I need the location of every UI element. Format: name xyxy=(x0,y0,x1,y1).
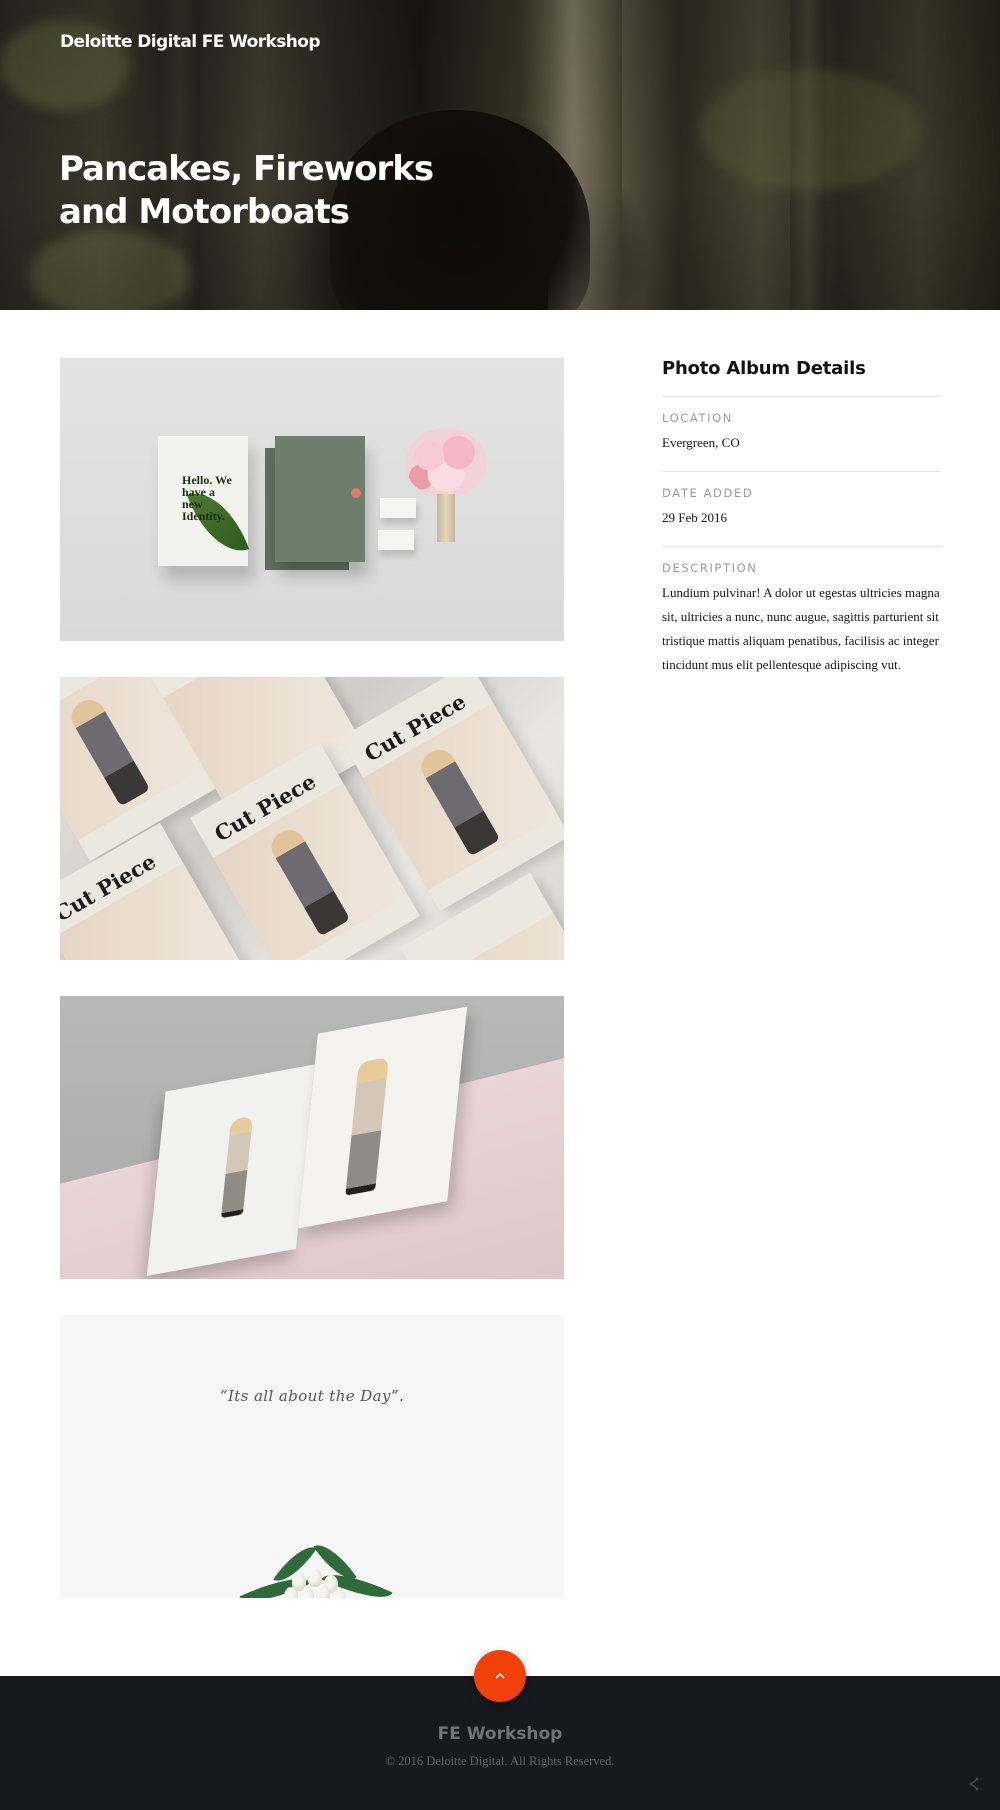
back-to-top-button[interactable] xyxy=(474,1650,526,1702)
chevron-up-icon xyxy=(495,1672,505,1679)
stationery-card: Hello. We have a new Identity. xyxy=(158,436,250,566)
album-photo-4[interactable]: “Its all about the Day”. xyxy=(60,1315,564,1598)
location-field: LOCATION Evergreen, CO xyxy=(662,397,940,471)
album-photo-2[interactable]: Cut Piece Cut Piece Cut Piece xyxy=(60,677,564,960)
flower-bouquet xyxy=(230,1525,400,1598)
date-field: DATE ADDED 29 Feb 2016 xyxy=(662,472,940,546)
page-title: Pancakes, Fireworks and Motorboats xyxy=(59,149,434,232)
details-heading: Photo Album Details xyxy=(662,358,866,379)
album-photo-1[interactable]: Hello. We have a new Identity. xyxy=(60,358,564,641)
copyright-text: © 2016 Deloitte Digital. All Rights Rese… xyxy=(385,1754,615,1768)
description-text: Lundium pulvinar! A dolor ut egestas ult… xyxy=(662,585,940,672)
footer-title: FE Workshop xyxy=(437,1724,563,1744)
album-photo-3[interactable] xyxy=(60,996,564,1279)
site-brand-link[interactable]: Deloitte Digital FE Workshop xyxy=(60,32,320,52)
album-details-panel: Photo Album Details LOCATION Evergreen, … xyxy=(662,358,940,693)
envelope xyxy=(275,436,365,562)
business-card xyxy=(378,530,414,550)
bouquet xyxy=(405,428,487,498)
location-label: LOCATION xyxy=(662,411,733,425)
card-text: Hello. We have a new Identity. xyxy=(182,473,232,523)
description-label: DESCRIPTION xyxy=(662,561,758,575)
wax-seal xyxy=(351,488,361,498)
photo-quote: “Its all about the Day”. xyxy=(219,1387,405,1405)
share-icon[interactable] xyxy=(966,1776,982,1792)
date-value: 29 Feb 2016 xyxy=(662,510,727,525)
location-value: Evergreen, CO xyxy=(662,435,740,450)
description-field: DESCRIPTION Lundium pulvinar! A dolor ut… xyxy=(662,547,940,693)
business-card xyxy=(380,498,416,518)
date-label: DATE ADDED xyxy=(662,486,754,500)
